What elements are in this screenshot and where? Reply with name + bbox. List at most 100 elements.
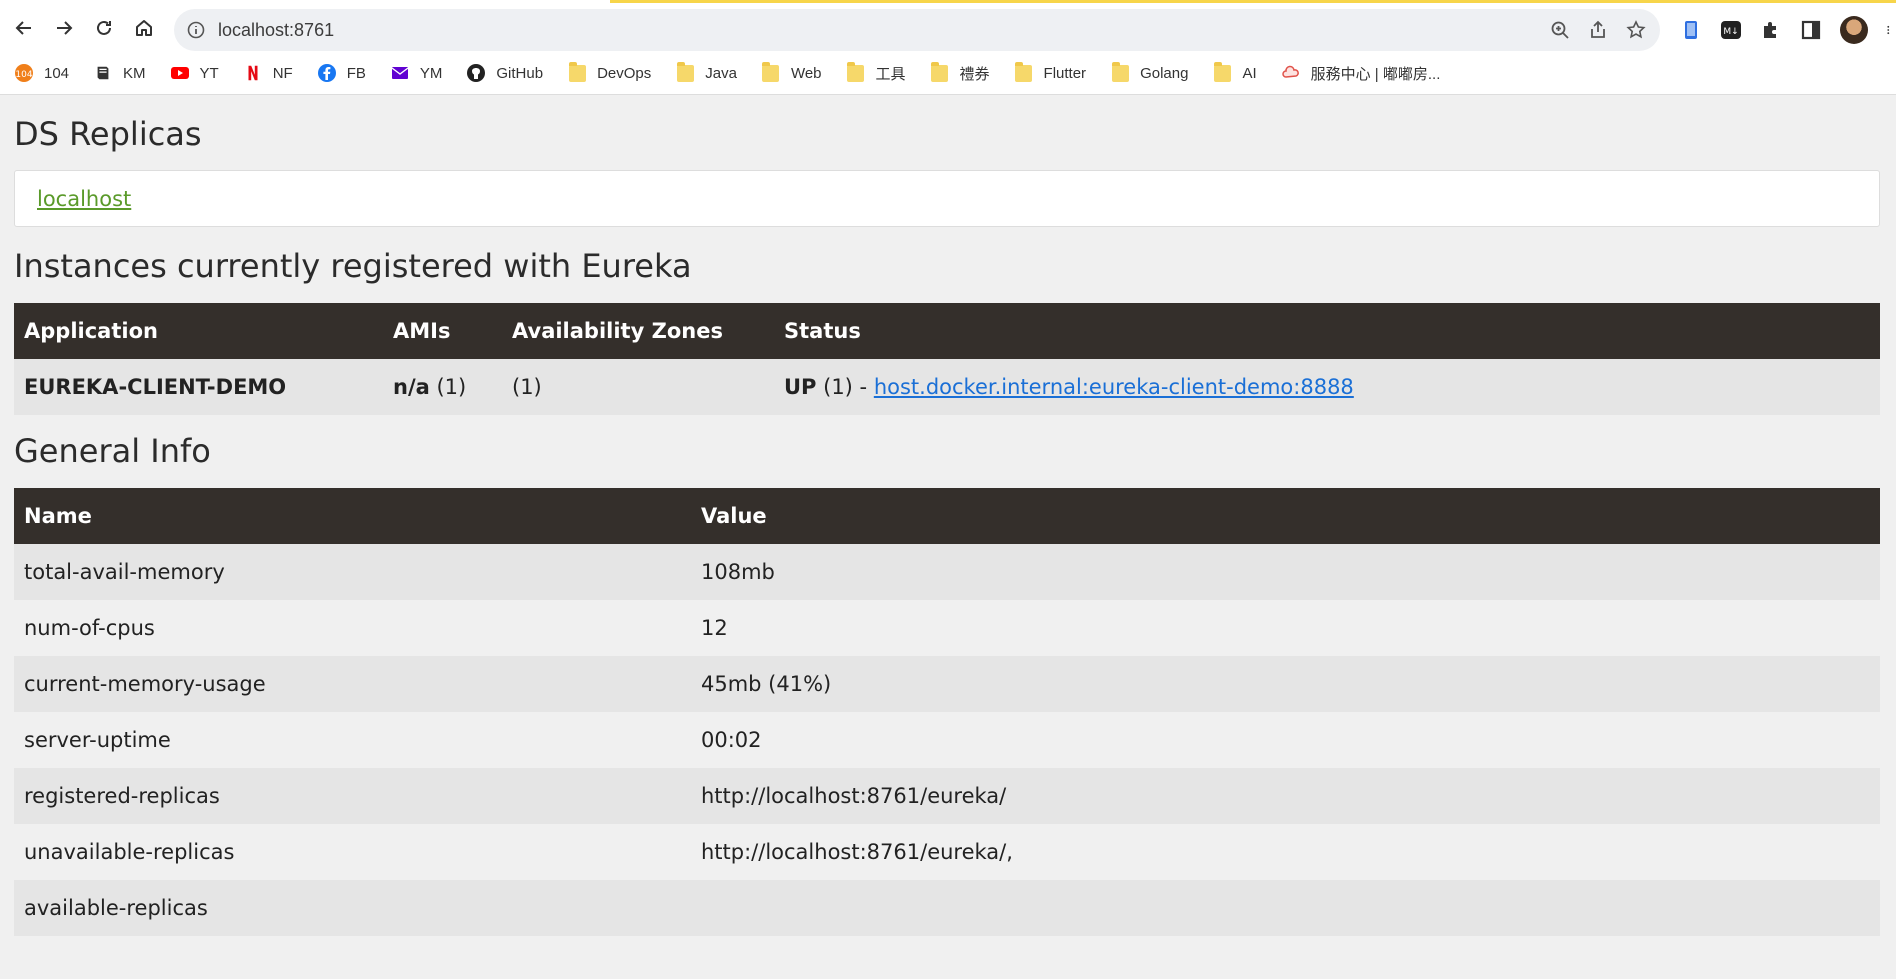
bookmark-service-center[interactable]: 服務中心 | 嘟嘟房... <box>1281 63 1441 84</box>
bookmark-km[interactable]: KM <box>93 63 146 83</box>
folder-icon <box>761 61 781 83</box>
bookmark-github[interactable]: GitHub <box>466 63 543 83</box>
zoom-icon[interactable] <box>1550 20 1570 40</box>
info-name: server-uptime <box>24 728 171 752</box>
back-button[interactable] <box>4 8 44 48</box>
bookmark-label: 104 <box>44 64 70 82</box>
info-value: 108mb <box>701 560 775 584</box>
bookmark-folder-flutter[interactable]: Flutter <box>1014 61 1087 83</box>
bookmark-label: YT <box>199 64 219 82</box>
bookmark-label: NF <box>272 64 293 82</box>
folder-icon <box>930 61 950 83</box>
amis-count: (1) <box>429 375 467 399</box>
info-name: registered-replicas <box>24 784 220 808</box>
replica-link-localhost[interactable]: localhost <box>37 187 131 211</box>
bookmark-label: Golang <box>1140 64 1189 82</box>
header-application: Application <box>24 319 158 343</box>
bookmark-nf[interactable]: NF <box>243 63 293 83</box>
bookmark-folder-java[interactable]: Java <box>675 61 737 83</box>
general-info-title: General Info <box>14 432 211 470</box>
header-status: Status <box>784 319 861 343</box>
browser-toolbar: localhost:8761 M↓ <box>0 4 1896 52</box>
puzzle-icon[interactable] <box>1760 19 1782 41</box>
info-value: http://localhost:8761/eureka/, <box>701 840 1013 864</box>
url-text[interactable]: localhost:8761 <box>218 20 334 41</box>
bookmark-folder-devops[interactable]: DevOps <box>567 61 652 83</box>
bookmark-label: DevOps <box>597 64 652 82</box>
bookmark-folder-vouchers[interactable]: 禮券 <box>930 61 990 84</box>
bookmark-label: YM <box>419 64 443 82</box>
netflix-icon <box>243 63 263 83</box>
markdown-extension-icon[interactable]: M↓ <box>1720 19 1742 41</box>
instances-table: Application AMIs Availability Zones Stat… <box>14 303 1880 415</box>
forward-button[interactable] <box>44 8 84 48</box>
status-count: (1) - <box>816 375 874 399</box>
info-name: available-replicas <box>24 896 208 920</box>
profile-avatar[interactable] <box>1840 16 1868 44</box>
star-icon[interactable] <box>1626 20 1646 40</box>
header-amis: AMIs <box>393 319 451 343</box>
home-button[interactable] <box>124 8 164 48</box>
instances-title: Instances currently registered with Eure… <box>14 247 692 285</box>
mail-icon <box>390 63 410 83</box>
application-name: EUREKA-CLIENT-DEMO <box>14 359 383 415</box>
bookmark-label: AI <box>1242 64 1257 82</box>
folder-icon <box>846 61 866 83</box>
104-icon: 104 <box>14 63 34 83</box>
amis-value: n/a <box>393 375 430 399</box>
info-value: 00:02 <box>701 728 762 752</box>
bookmark-104[interactable]: 104 104 <box>14 63 69 83</box>
table-row: unavailable-replicas http://localhost:87… <box>14 824 1880 880</box>
header-availability-zones: Availability Zones <box>512 319 723 343</box>
address-bar-actions <box>1550 9 1646 51</box>
home-icon <box>136 20 152 36</box>
reload-icon <box>97 20 111 35</box>
extensions-area: M↓ <box>1680 14 1896 46</box>
bookmark-label: Java <box>705 64 737 82</box>
folder-icon <box>1212 61 1232 83</box>
info-value <box>691 880 1880 936</box>
folder-icon <box>675 61 695 83</box>
share-icon[interactable] <box>1588 20 1608 40</box>
instance-link[interactable]: host.docker.internal:eureka-client-demo:… <box>874 375 1354 399</box>
bookmark-folder-golang[interactable]: Golang <box>1110 61 1189 83</box>
bookmark-label: KM <box>123 64 146 82</box>
info-value: 12 <box>701 616 728 640</box>
reload-button[interactable] <box>84 8 124 48</box>
bookmark-folder-ai[interactable]: AI <box>1212 61 1257 83</box>
eureka-dashboard: DS Replicas localhost Instances currentl… <box>14 95 1882 936</box>
bookmark-folder-web[interactable]: Web <box>761 61 822 83</box>
bookmark-label: 工具 <box>875 65 906 83</box>
browser-chrome: localhost:8761 M↓ 104 104 KM YT NF FB YM… <box>0 0 1896 95</box>
instances-header-row: Application AMIs Availability Zones Stat… <box>14 303 1880 359</box>
svg-text:104: 104 <box>15 70 32 80</box>
bookmark-folder-tools[interactable]: 工具 <box>846 61 906 84</box>
bookmark-label: 禮券 <box>959 65 990 83</box>
menu-kebab-icon[interactable] <box>1886 19 1896 41</box>
bookmark-yt[interactable]: YT <box>170 63 219 83</box>
general-info-table: Name Value total-avail-memory 108mb num-… <box>14 488 1880 936</box>
bookmark-fb[interactable]: FB <box>317 63 366 83</box>
header-name: Name <box>24 504 92 528</box>
tablet-extension-icon[interactable] <box>1680 19 1702 41</box>
status-value: UP <box>784 375 817 399</box>
table-row: available-replicas <box>14 880 1880 936</box>
info-name: unavailable-replicas <box>24 840 235 864</box>
address-bar[interactable]: localhost:8761 <box>174 9 1660 51</box>
arrow-right-icon <box>57 21 73 35</box>
header-value: Value <box>701 504 767 528</box>
bookmark-label: 服務中心 | 嘟嘟房... <box>1310 65 1441 83</box>
facebook-icon <box>317 63 337 83</box>
folder-icon <box>1014 61 1034 83</box>
sidebar-icon[interactable] <box>1800 19 1822 41</box>
bookmark-label: Web <box>790 64 822 82</box>
bookmark-label: Flutter <box>1043 64 1087 82</box>
status-cell: UP (1) - host.docker.internal:eureka-cli… <box>774 359 1880 415</box>
arrow-left-icon <box>15 21 31 35</box>
bookmark-ym[interactable]: YM <box>390 63 443 83</box>
folder-icon <box>567 61 587 83</box>
table-row: server-uptime 00:02 <box>14 712 1880 768</box>
info-icon[interactable] <box>186 20 206 40</box>
info-name: num-of-cpus <box>24 616 155 640</box>
ds-replicas-box: localhost <box>14 170 1880 227</box>
